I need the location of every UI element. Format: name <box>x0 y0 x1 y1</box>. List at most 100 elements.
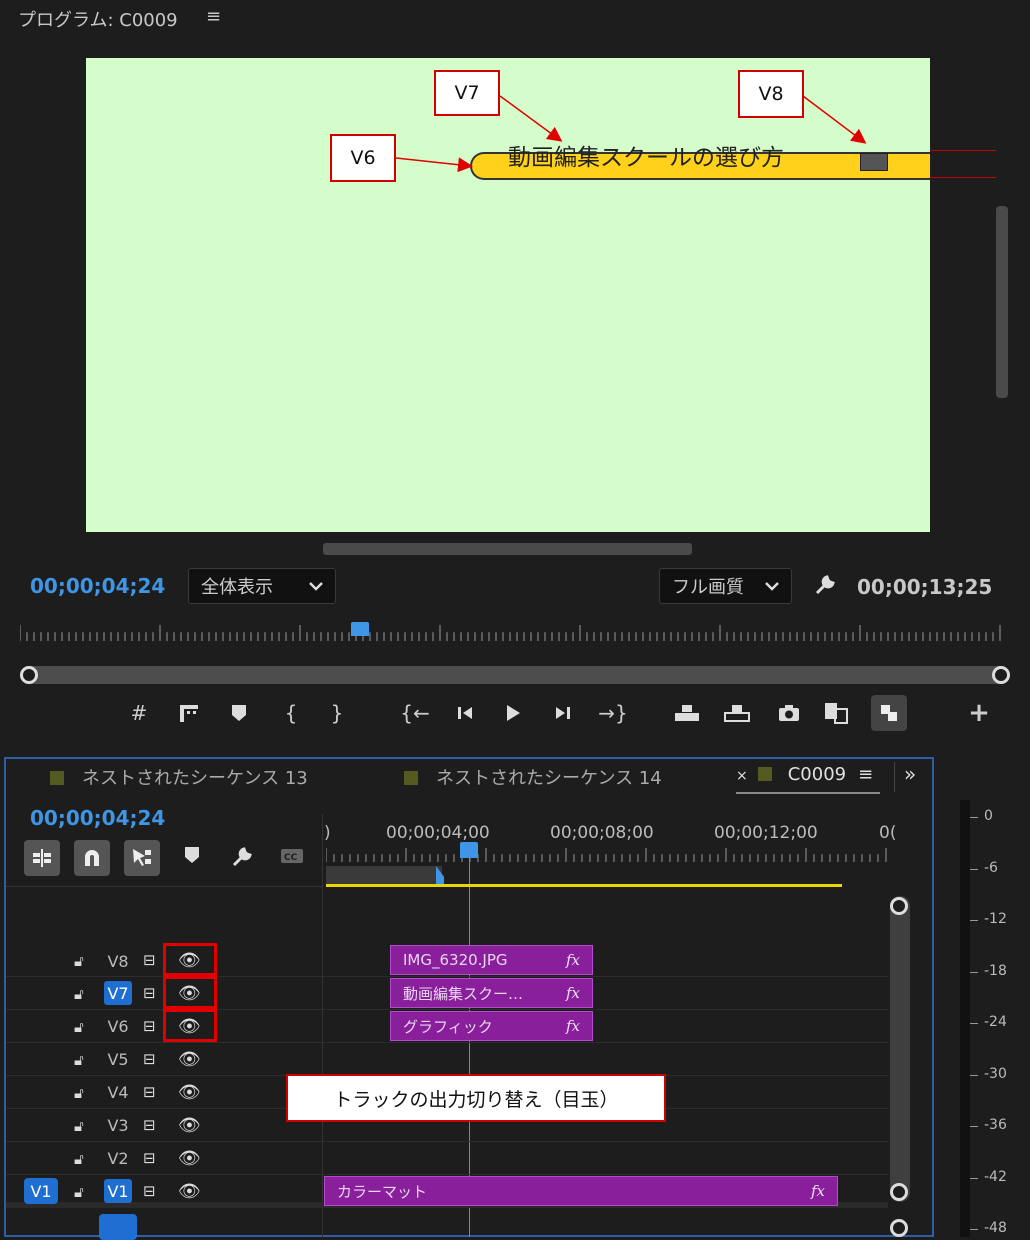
captions-cc-icon[interactable]: CC <box>280 848 304 869</box>
program-horizontal-scrollbar[interactable] <box>323 543 692 555</box>
sync-lock-icon[interactable]: ⊟ <box>143 1182 156 1200</box>
timeline-vertical-scrollbar[interactable] <box>890 896 910 1202</box>
mark-out-icon[interactable]: } <box>322 698 352 728</box>
db-tick <box>970 1023 978 1024</box>
insert-icon[interactable] <box>822 698 852 728</box>
zoom-handle-right[interactable] <box>992 666 1010 684</box>
fx-badge-icon: fx <box>565 951 580 969</box>
work-area-bar[interactable] <box>326 866 442 884</box>
marker-icon[interactable] <box>224 698 254 728</box>
export-frame-icon[interactable] <box>774 698 804 728</box>
zoom-handle-left[interactable] <box>20 666 38 684</box>
clip-graphic[interactable]: グラフィック fx <box>390 1011 593 1041</box>
clip-label: カラーマット <box>337 1182 428 1201</box>
eye-icon[interactable]: 👁︎ <box>178 1082 201 1103</box>
eye-icon[interactable]: 👁︎ <box>178 1181 201 1202</box>
tab-divider <box>894 762 895 792</box>
overwrite-toggle-icon[interactable] <box>871 695 907 731</box>
linked-selection-icon[interactable] <box>124 840 160 876</box>
program-vertical-scrollbar[interactable] <box>996 206 1008 398</box>
timeline-time-ruler[interactable] <box>326 848 888 862</box>
lift-icon[interactable] <box>672 698 702 728</box>
step-forward-icon[interactable] <box>548 698 578 728</box>
tab-overflow-icon[interactable]: » <box>904 762 916 786</box>
track-name-v6[interactable]: V6 <box>104 1014 132 1038</box>
clip-color-matte[interactable]: カラーマット fx <box>324 1176 838 1206</box>
sync-lock-icon[interactable]: ⊟ <box>143 984 156 1002</box>
lock-icon[interactable]: 🔓︎ <box>74 1183 84 1201</box>
sync-lock-icon[interactable]: ⊟ <box>143 951 156 969</box>
lock-icon[interactable]: 🔓︎ <box>74 1117 84 1135</box>
mark-in-icon[interactable]: { <box>276 698 306 728</box>
sync-lock-icon[interactable]: ⊟ <box>143 1149 156 1167</box>
marker-grid-icon[interactable]: # <box>124 698 154 728</box>
insert-nest-icon[interactable] <box>24 840 60 876</box>
lock-icon[interactable]: 🔓︎ <box>74 1150 84 1168</box>
eye-icon[interactable]: 👁︎ <box>178 1115 201 1136</box>
db-tick <box>970 1177 978 1179</box>
track-name-v4[interactable]: V4 <box>104 1080 132 1104</box>
v8-eye-highlight <box>163 943 217 976</box>
header-divider <box>6 886 322 887</box>
snap-magnet-icon[interactable] <box>74 840 110 876</box>
close-tab-icon[interactable]: × <box>736 768 748 784</box>
settings-wrench-icon[interactable] <box>813 573 837 603</box>
play-icon[interactable] <box>498 698 528 728</box>
tab-label: ネストされたシーケンス 13 <box>82 768 308 789</box>
zoom-level-dropdown[interactable]: 全体表示 <box>188 568 336 604</box>
lock-icon[interactable]: 🔓︎ <box>74 985 84 1003</box>
lock-icon[interactable]: 🔓︎ <box>74 952 84 970</box>
tab-nested-sequence-13[interactable]: ネストされたシーケンス 13 <box>50 764 308 790</box>
ruler-label: ) <box>324 823 331 843</box>
sync-lock-icon[interactable]: ⊟ <box>143 1116 156 1134</box>
sync-lock-icon[interactable]: ⊟ <box>143 1050 156 1068</box>
tab-nested-sequence-14[interactable]: ネストされたシーケンス 14 <box>404 764 662 790</box>
track-name-v5[interactable]: V5 <box>104 1047 132 1071</box>
add-button-icon[interactable]: + <box>964 698 994 728</box>
timeline-playhead[interactable] <box>460 842 478 858</box>
track-name-v8[interactable]: V8 <box>104 949 132 973</box>
lock-icon[interactable]: 🔓︎ <box>74 1051 84 1069</box>
source-patch-v1[interactable]: V1 <box>24 1178 58 1204</box>
audio-scroll-handle[interactable] <box>890 1219 908 1237</box>
clip-label: 動画編集スクー… <box>403 984 524 1003</box>
v6-arrow <box>395 157 473 173</box>
track-name-v1[interactable]: V1 <box>104 1179 132 1203</box>
clip-title-text[interactable]: 動画編集スクー… fx <box>390 978 593 1008</box>
lock-icon[interactable]: 🔓︎ <box>74 1018 84 1036</box>
extract-icon[interactable] <box>722 698 752 728</box>
current-timecode[interactable]: 00;00;04;24 <box>30 574 165 598</box>
timeline-settings-wrench-icon[interactable] <box>230 845 254 874</box>
scroll-handle-top[interactable] <box>890 897 908 915</box>
add-marker-icon[interactable] <box>174 698 204 728</box>
go-to-in-icon[interactable]: {← <box>400 698 430 728</box>
track-name-v7[interactable]: V7 <box>104 981 132 1005</box>
eye-toggle-callout: トラックの出力切り替え（目玉） <box>286 1074 666 1122</box>
eye-icon[interactable]: 👁︎ <box>178 1148 201 1169</box>
eye-icon[interactable]: 👁︎ <box>178 1049 201 1070</box>
lock-icon[interactable]: 🔓︎ <box>74 1084 84 1102</box>
audio-meter-panel <box>940 757 1030 1237</box>
fx-badge-icon: fx <box>810 1182 825 1200</box>
track-name-v3[interactable]: V3 <box>104 1113 132 1137</box>
clip-img-6320[interactable]: IMG_6320.JPG fx <box>390 945 593 975</box>
svg-text:CC: CC <box>284 853 298 863</box>
timeline-timecode[interactable]: 00;00;04;24 <box>30 806 165 830</box>
audio-track-target-button[interactable] <box>99 1214 137 1240</box>
program-zoom-scrollbar[interactable] <box>20 666 1010 684</box>
step-back-icon[interactable] <box>450 698 480 728</box>
playback-quality-dropdown[interactable]: フル画質 <box>659 568 792 604</box>
tab-menu-icon[interactable]: ≡ <box>858 764 873 785</box>
v8-arrow <box>802 95 867 144</box>
scroll-handle-bottom[interactable] <box>890 1183 908 1201</box>
ruler-label: 0( <box>879 823 895 843</box>
sync-lock-icon[interactable]: ⊟ <box>143 1083 156 1101</box>
sync-lock-icon[interactable]: ⊟ <box>143 1017 156 1035</box>
add-marker-icon[interactable] <box>184 846 200 869</box>
program-playhead[interactable] <box>351 622 369 636</box>
track-name-v2[interactable]: V2 <box>104 1146 132 1170</box>
go-to-out-icon[interactable]: →} <box>598 698 628 728</box>
tab-c0009[interactable]: × C0009 ≡ <box>736 764 873 785</box>
program-time-ruler[interactable] <box>20 625 1002 641</box>
playback-quality-value: フル画質 <box>672 577 744 598</box>
